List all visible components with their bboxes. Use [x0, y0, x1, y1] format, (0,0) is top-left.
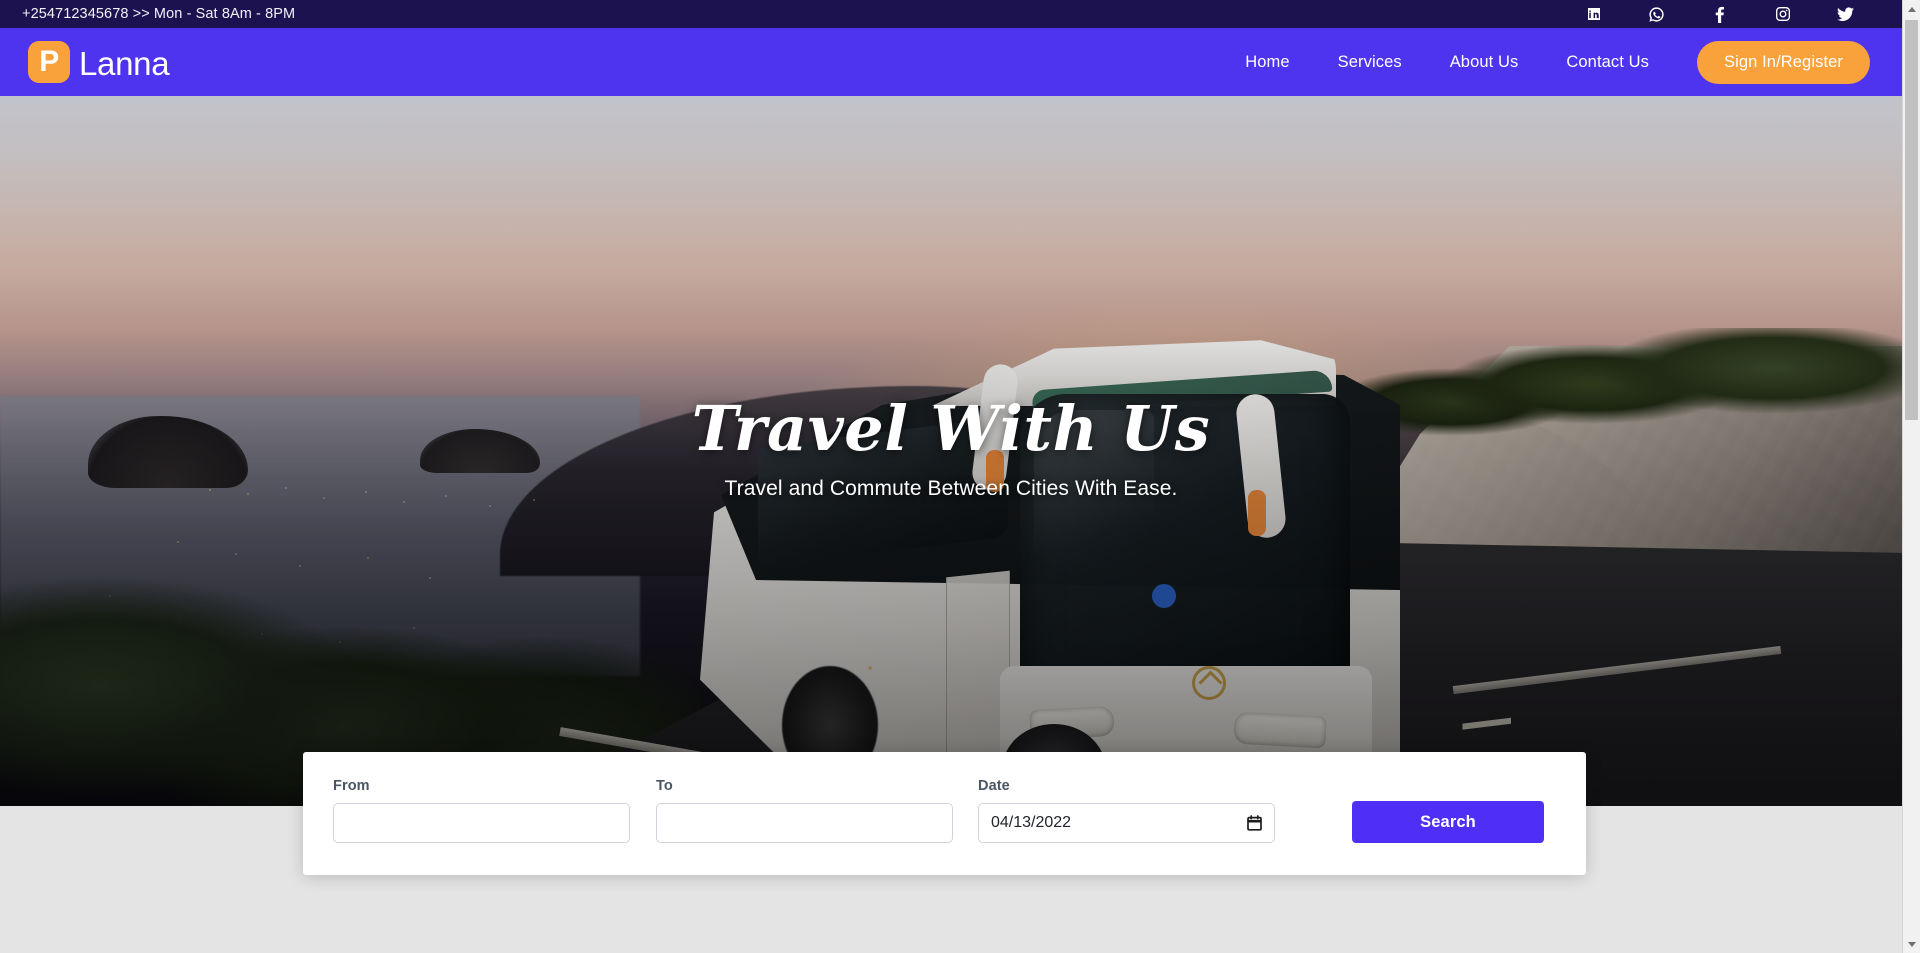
to-field-group: To — [656, 778, 953, 843]
brand-mark-icon: P — [28, 41, 70, 83]
browser-viewport: +254712345678 >> Mon - Sat 8Am - 8PM P L… — [0, 0, 1902, 953]
twitter-icon[interactable] — [1837, 6, 1854, 23]
facebook-icon[interactable] — [1711, 6, 1728, 23]
scrollbar-thumb[interactable] — [1905, 20, 1918, 420]
calendar-icon[interactable] — [1247, 815, 1262, 831]
bus-headlight-right — [1233, 711, 1327, 749]
scroll-up-arrow-icon[interactable] — [1903, 0, 1920, 18]
top-contact-bar: +254712345678 >> Mon - Sat 8Am - 8PM — [0, 0, 1902, 28]
trip-search-card: From To Date 04/13/2022 Search — [303, 752, 1586, 875]
from-field-group: From — [333, 778, 630, 843]
page-root: +254712345678 >> Mon - Sat 8Am - 8PM P L… — [0, 0, 1920, 953]
social-links — [1585, 6, 1868, 23]
scroll-down-arrow-icon[interactable] — [1903, 935, 1920, 953]
nav-links: Home Services About Us Contact Us Sign I… — [1221, 40, 1870, 84]
bus-mirror-left — [932, 364, 1018, 494]
instagram-icon[interactable] — [1774, 6, 1791, 23]
hero-section: Travel With Us Travel and Commute Betwee… — [0, 96, 1902, 806]
bus-accessibility-icon — [1152, 584, 1176, 608]
brand-name: Lanna — [79, 44, 170, 82]
from-input[interactable] — [333, 803, 630, 843]
date-field-group: Date — [978, 778, 1275, 843]
search-button[interactable]: Search — [1352, 801, 1544, 843]
nav-link-home[interactable]: Home — [1221, 53, 1313, 72]
bus-side-markers — [860, 656, 980, 736]
brand-logo[interactable]: P Lanna — [28, 41, 170, 83]
whatsapp-icon[interactable] — [1648, 6, 1665, 23]
to-input[interactable] — [656, 803, 953, 843]
date-input[interactable] — [978, 803, 1275, 843]
page-scrollbar[interactable] — [1902, 0, 1920, 953]
sign-in-register-button[interactable]: Sign In/Register — [1697, 40, 1870, 84]
nav-link-about-us[interactable]: About Us — [1426, 53, 1543, 72]
bus-mirror-right — [1208, 394, 1318, 544]
nav-link-services[interactable]: Services — [1314, 53, 1426, 72]
to-label: To — [656, 778, 673, 794]
hero-bus-image — [700, 336, 1435, 806]
linkedin-icon[interactable] — [1585, 6, 1602, 23]
from-label: From — [333, 778, 370, 794]
scroll-down-triangle — [1907, 941, 1916, 947]
date-input-wrapper — [978, 803, 1275, 843]
date-label: Date — [978, 778, 1010, 794]
nav-link-contact-us[interactable]: Contact Us — [1542, 53, 1673, 72]
scroll-up-triangle — [1907, 6, 1916, 12]
contact-info-text: +254712345678 >> Mon - Sat 8Am - 8PM — [22, 6, 296, 22]
bus-emblem-icon — [1192, 666, 1226, 700]
main-navbar: P Lanna Home Services About Us Contact U… — [0, 28, 1902, 96]
